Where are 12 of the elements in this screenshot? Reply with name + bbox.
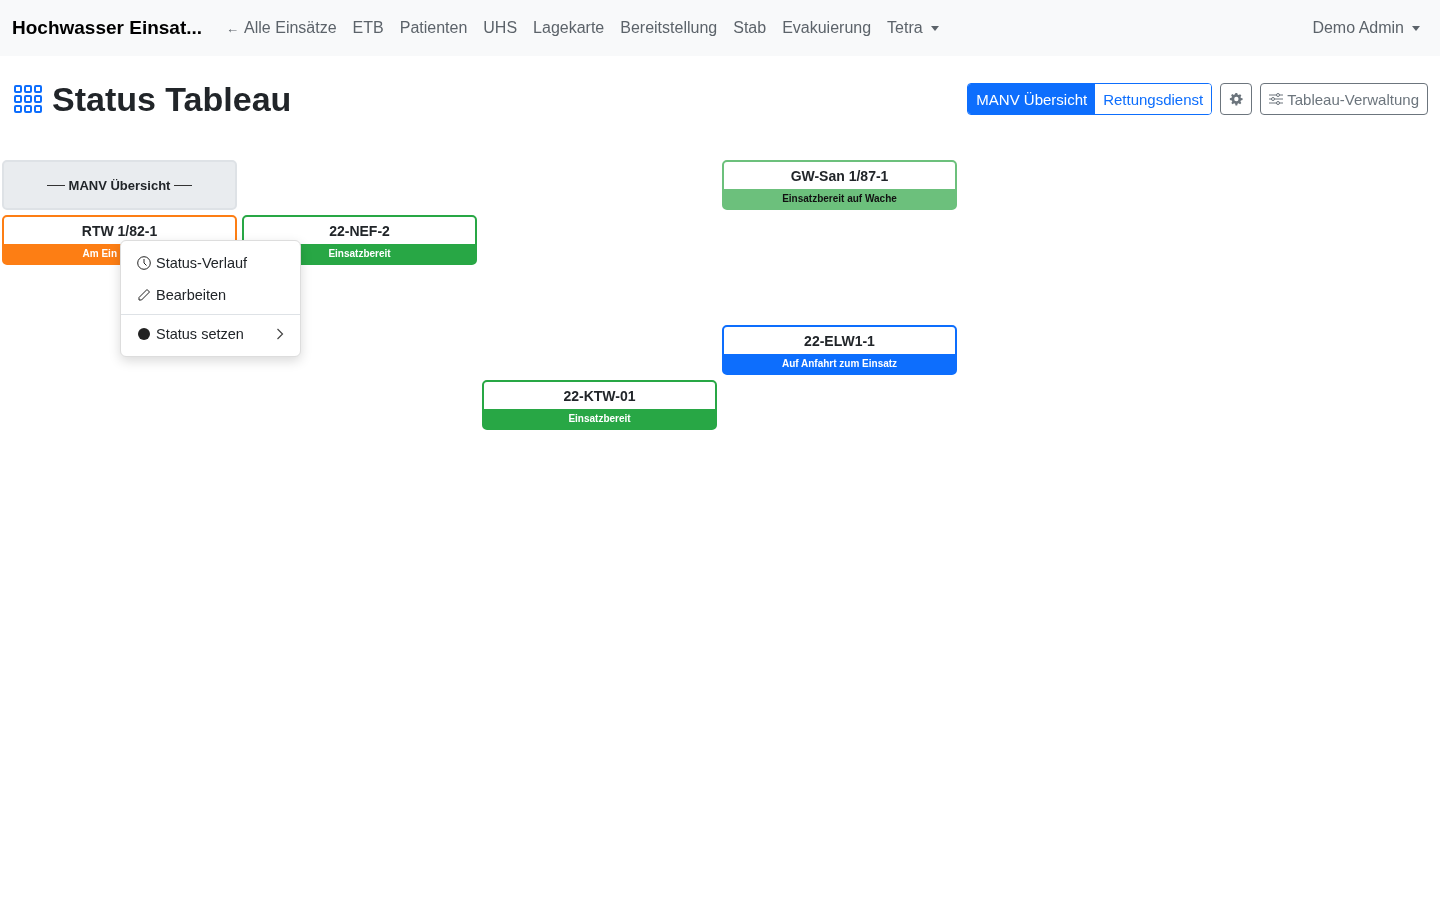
unit-status: Einsatzbereit: [328, 248, 391, 259]
unit-name: 22-KTW-01: [562, 386, 637, 406]
group-label: MANV Übersicht: [68, 177, 171, 193]
unit-name: GW-San 1/87-1: [789, 166, 890, 186]
unit-name: RTW 1/82-1: [80, 221, 159, 241]
unit-name: 22-ELW1-1: [803, 331, 876, 351]
unit-name: 22-NEF-2: [328, 221, 391, 241]
unit-status: Einsatzbereit: [568, 413, 631, 424]
unit-status: Einsatzbereit auf Wache: [782, 193, 897, 204]
page-title: Status Tableau: [52, 79, 292, 119]
unit-status: Am Ein: [82, 248, 117, 259]
unit-status: Auf Anfahrt zum Einsatz: [781, 358, 898, 369]
